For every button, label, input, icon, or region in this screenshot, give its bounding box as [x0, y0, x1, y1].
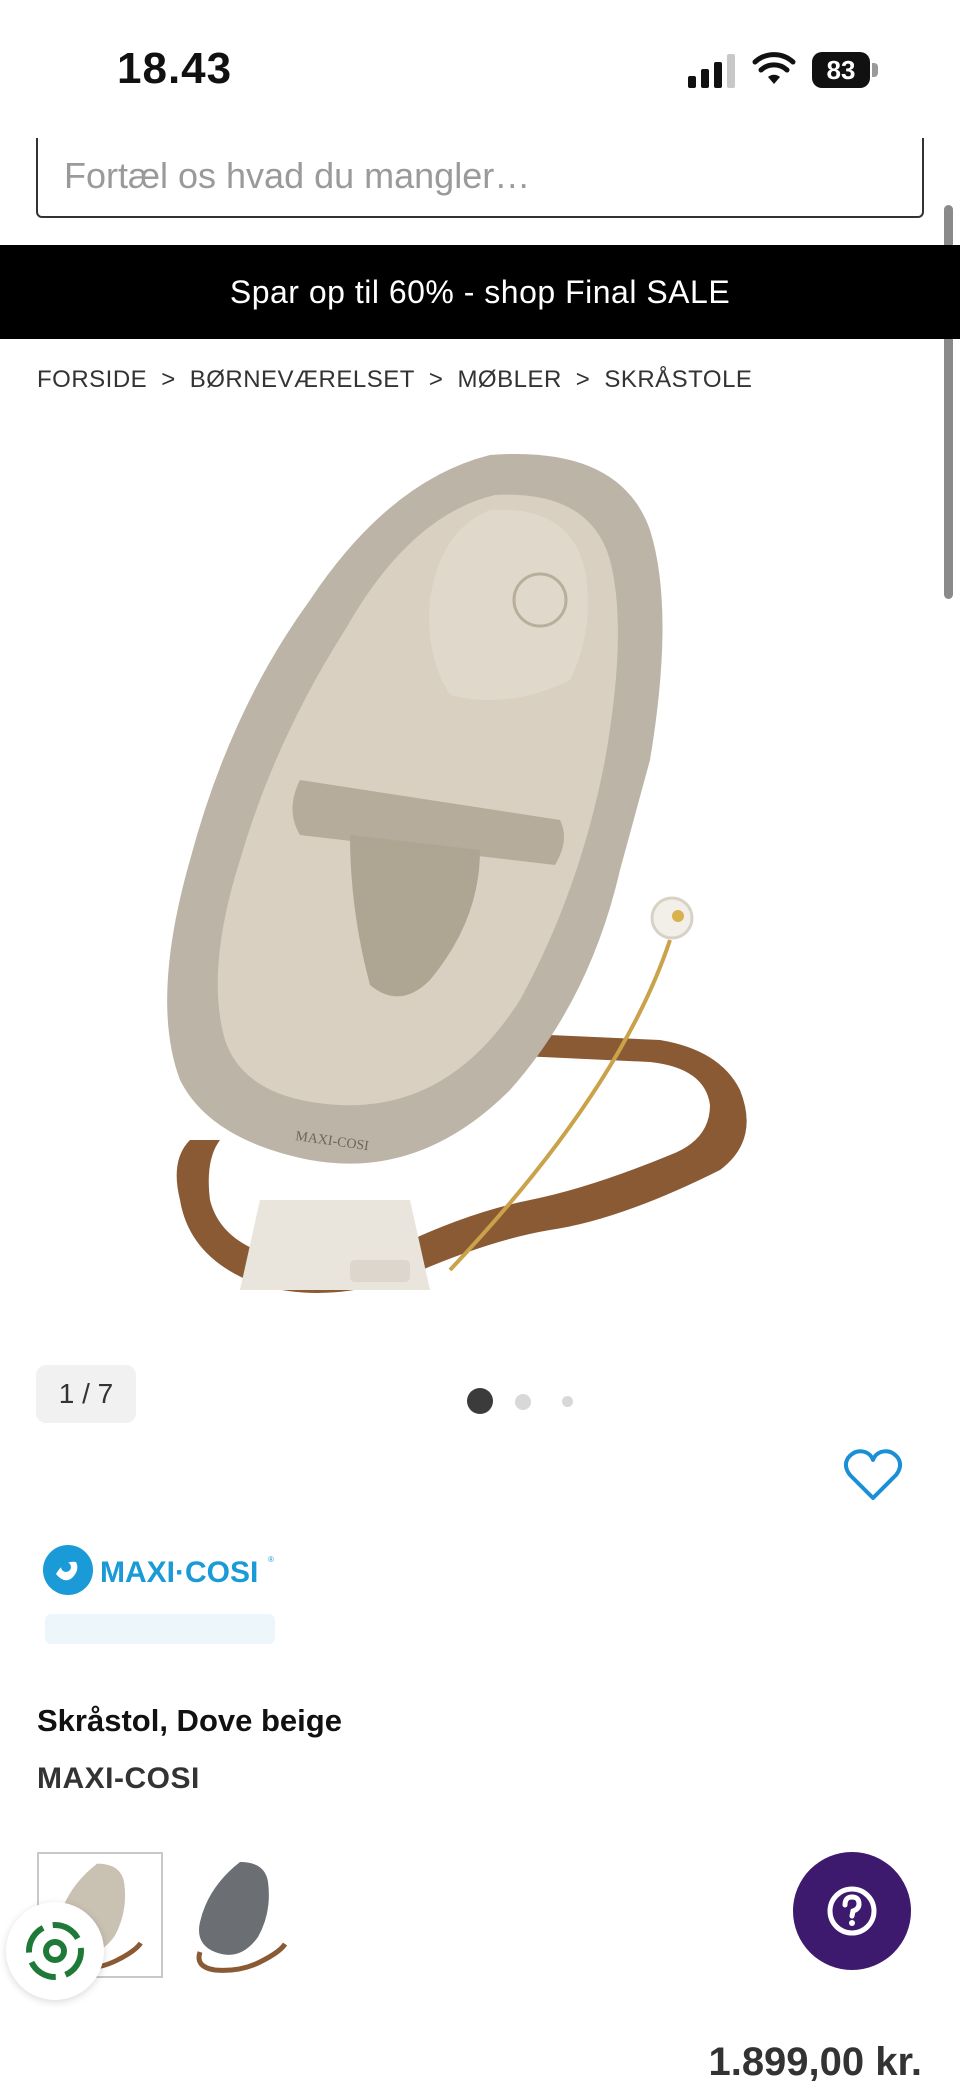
carousel-dot-active[interactable]	[467, 1388, 493, 1414]
breadcrumb-separator: >	[161, 366, 176, 393]
search-input[interactable]	[64, 146, 884, 206]
status-bar: 18.43 83	[0, 0, 960, 140]
svg-text:®: ®	[268, 1555, 274, 1564]
wifi-icon	[752, 52, 796, 84]
product-title: Skråstol, Dove beige	[37, 1703, 342, 1738]
product-brand[interactable]: MAXI-COSI	[37, 1762, 200, 1796]
recycle-badge[interactable]	[6, 1902, 104, 2000]
brand-logo-reflection	[45, 1614, 275, 1644]
svg-text:MAXI·COSI: MAXI·COSI	[100, 1556, 258, 1589]
signal-icon	[688, 54, 735, 88]
product-image[interactable]: MAXI-COSI	[150, 440, 810, 1340]
breadcrumb: FORSIDE > BØRNEVÆRELSET > MØBLER > SKRÅS…	[37, 366, 752, 394]
heart-icon[interactable]	[843, 1448, 903, 1504]
image-counter: 1 / 7	[36, 1365, 136, 1423]
promo-banner[interactable]: Spar op til 60% - shop Final SALE	[0, 245, 960, 339]
promo-text[interactable]: Spar op til 60% - shop Final SALE	[230, 274, 730, 310]
breadcrumb-separator: >	[428, 366, 444, 393]
recycle-icon	[26, 1922, 84, 1980]
carousel-dot[interactable]	[562, 1396, 573, 1407]
breadcrumb-item-boernevaerelset[interactable]: BØRNEVÆRELSET	[190, 366, 415, 394]
battery-indicator: 83	[812, 52, 878, 88]
carousel-dots	[467, 1388, 577, 1414]
breadcrumb-item-moebler[interactable]: MØBLER	[457, 366, 561, 394]
breadcrumb-item-skraastole[interactable]: SKRÅSTOLE	[604, 366, 752, 394]
battery-cap	[872, 63, 878, 77]
product-price: 1.899,00 kr.	[708, 2040, 922, 2081]
breadcrumb-item-forside[interactable]: FORSIDE	[37, 366, 147, 394]
brand-logo[interactable]: MAXI·COSI ®	[40, 1540, 280, 1600]
search-box[interactable]	[36, 138, 924, 218]
breadcrumb-separator: >	[575, 366, 591, 393]
status-time: 18.43	[117, 44, 233, 93]
variant-thumbnail-grey[interactable]	[180, 1852, 306, 1978]
battery-level: 83	[812, 52, 870, 88]
carousel-dot[interactable]	[515, 1394, 531, 1410]
help-chat-button[interactable]	[793, 1852, 911, 1970]
question-icon	[827, 1886, 877, 1936]
